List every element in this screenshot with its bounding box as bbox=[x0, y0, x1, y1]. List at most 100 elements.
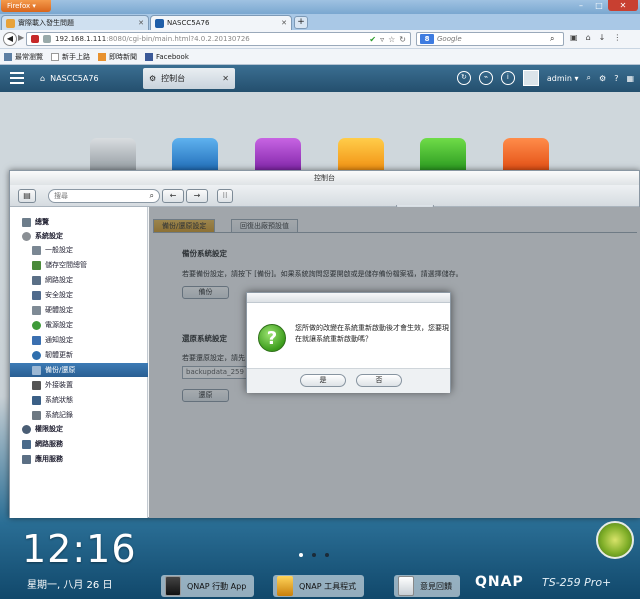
sidebar-item-overview[interactable]: 總覽 bbox=[10, 215, 148, 229]
desktop-clock: 12:16 bbox=[22, 527, 137, 571]
home-icon[interactable]: ⌂ bbox=[586, 33, 591, 42]
close-tab-icon[interactable]: ✕ bbox=[222, 74, 229, 83]
qnap-home-tab[interactable]: ⌂ NASCC5A76 bbox=[34, 68, 138, 89]
background-tasks-icon[interactable]: ↻ bbox=[456, 71, 471, 85]
qnap-control-panel-tab[interactable]: ⚙ 控制台 ✕ bbox=[143, 68, 235, 89]
download-station-app-icon[interactable] bbox=[420, 138, 466, 174]
music-station-app-icon[interactable] bbox=[255, 138, 301, 174]
control-panel-search-input[interactable] bbox=[54, 192, 144, 200]
dock-qnap-mobile-app[interactable]: QNAP 行動 App bbox=[161, 575, 255, 597]
browser-titlebar: Firefox ▾ – □ ✕ bbox=[0, 0, 640, 14]
sidebar-item-system-status[interactable]: 系統狀態 bbox=[10, 393, 148, 407]
external-devices-icon[interactable]: ⌁ bbox=[478, 71, 493, 85]
sidebar-item-privilege[interactable]: 權限設定 bbox=[10, 422, 148, 436]
sidebar-item-label: 外接裝置 bbox=[45, 381, 73, 389]
sidebar-item-applications[interactable]: 應用服務 bbox=[10, 452, 148, 466]
back-arrow-icon[interactable]: ◀ bbox=[3, 32, 17, 46]
file-station-app-icon[interactable] bbox=[503, 138, 549, 174]
firefox-menu-label: Firefox bbox=[7, 2, 31, 10]
forward-arrow-icon[interactable]: → bbox=[186, 189, 208, 203]
firefox-menu-button[interactable]: Firefox ▾ bbox=[1, 0, 51, 12]
close-window-icon[interactable]: ✕ bbox=[608, 0, 638, 11]
page-dot[interactable] bbox=[325, 553, 329, 557]
sidebar-item-network-services[interactable]: 網路服務 bbox=[10, 437, 148, 451]
url-actions: ✔ ▿ ☆ ↻ bbox=[369, 35, 406, 44]
reload-icon[interactable]: ↻ bbox=[399, 35, 406, 44]
minimize-icon[interactable]: – bbox=[572, 0, 590, 11]
no-button[interactable]: 否 bbox=[356, 374, 402, 387]
sidebar-item-system-settings[interactable]: 系統設定 bbox=[10, 229, 148, 243]
window-title: 控制台 bbox=[10, 171, 639, 185]
bookmark-folder-icon bbox=[4, 52, 12, 61]
maximize-icon[interactable]: □ bbox=[590, 0, 608, 11]
network-icon bbox=[32, 275, 41, 285]
search-bar[interactable]: 8 ⌕ bbox=[416, 32, 564, 46]
page-dot[interactable] bbox=[299, 553, 303, 557]
bookmark-label: 最常瀏覽 bbox=[15, 52, 43, 61]
main-menu-icon[interactable] bbox=[10, 72, 24, 84]
bookmark-most-visited[interactable]: 最常瀏覽 bbox=[4, 52, 43, 62]
bookmarks-bar: 最常瀏覽 新手上路 即時新聞 Facebook bbox=[0, 49, 640, 65]
help-icon[interactable]: ? bbox=[614, 74, 618, 83]
sidebar-item-label: 備份/還原 bbox=[45, 366, 76, 374]
bookmark-getting-started[interactable]: 新手上路 bbox=[51, 52, 90, 62]
url-path: :8080/cgi-bin/main.html?4.0.2.20130726 bbox=[106, 35, 250, 43]
menu-icon[interactable]: ⋮ bbox=[613, 33, 621, 42]
hardware-icon bbox=[32, 305, 41, 315]
sidebar-item-external-devices[interactable]: 外接裝置 bbox=[10, 378, 148, 392]
sidebar-item-system-logs[interactable]: 系統記錄 bbox=[10, 408, 148, 422]
sidebar-item-network[interactable]: 網路設定 bbox=[10, 273, 148, 287]
app-grid-icon[interactable]: ⁝⁝ bbox=[217, 189, 233, 203]
forward-arrow-icon[interactable]: ▶ bbox=[18, 33, 24, 42]
new-tab-icon[interactable]: + bbox=[294, 16, 308, 29]
browser-tab-nas[interactable]: NASCC5A76 ✕ bbox=[150, 15, 292, 30]
sidebar-item-firmware[interactable]: 韌體更新 bbox=[10, 348, 148, 362]
event-notification-icon[interactable]: i bbox=[500, 71, 515, 85]
backup-icon bbox=[32, 365, 41, 375]
sidebar-item-general[interactable]: 一般設定 bbox=[10, 243, 148, 257]
sidebar-item-label: 系統設定 bbox=[35, 232, 63, 240]
download-icon[interactable]: ↓ bbox=[599, 33, 606, 42]
photo-station-app-icon[interactable] bbox=[172, 138, 218, 174]
dialog-message: 您所做的改變在系統重新啟動後才會生效，您要現在就讓系統重新啟動嗎？ bbox=[295, 324, 449, 343]
sidebar-item-notification[interactable]: 通知設定 bbox=[10, 333, 148, 347]
sidebar-item-backup-restore[interactable]: 備份/還原 bbox=[10, 363, 148, 377]
search-input[interactable] bbox=[437, 35, 547, 43]
restart-confirm-dialog: ? 您所做的改變在系統重新啟動後才會生效，您要現在就讓系統重新啟動嗎？ 是 否 bbox=[246, 292, 451, 393]
user-menu[interactable]: admin ▾ bbox=[547, 74, 579, 83]
url-bar[interactable]: 192.168.1.111:8080/cgi-bin/main.html?4.0… bbox=[26, 32, 411, 46]
sidebar-item-label: 網路設定 bbox=[45, 276, 73, 284]
network-services-icon bbox=[22, 439, 31, 449]
video-station-app-icon[interactable] bbox=[338, 138, 384, 174]
sidebar-item-hardware[interactable]: 硬體設定 bbox=[10, 303, 148, 317]
options-icon[interactable]: ⚙ bbox=[599, 74, 606, 83]
dock-feedback[interactable]: 意見回饋 bbox=[394, 575, 460, 597]
search-icon[interactable]: ⌕ bbox=[550, 34, 554, 44]
sidebar-item-power[interactable]: 電源設定 bbox=[10, 318, 148, 332]
search-icon[interactable]: ⌕ bbox=[587, 73, 591, 83]
back-arrow-icon[interactable]: ← bbox=[162, 189, 184, 203]
bookmark-news[interactable]: 即時新聞 bbox=[98, 52, 137, 62]
dropdown-icon[interactable]: ▿ bbox=[380, 35, 384, 44]
browser-tab-problem[interactable]: 實際載入發生問題 ✕ bbox=[1, 15, 149, 30]
resource-monitor-gauge-icon[interactable] bbox=[596, 521, 634, 559]
close-tab-icon[interactable]: ✕ bbox=[281, 19, 287, 27]
close-tab-icon[interactable]: ✕ bbox=[138, 19, 144, 27]
sidebar-item-label: 一般設定 bbox=[45, 246, 73, 254]
bookmark-star-icon[interactable]: ☆ bbox=[388, 35, 395, 44]
bookmark-facebook[interactable]: Facebook bbox=[145, 52, 189, 61]
control-panel-toolbar: ▤ ⌕ ← → ⁝⁝ bbox=[10, 185, 639, 207]
yes-button[interactable]: 是 bbox=[300, 374, 346, 387]
bookmarks-menu-icon[interactable]: ▣ bbox=[570, 33, 578, 42]
sidebar-item-storage[interactable]: 儲存空間總管 bbox=[10, 258, 148, 272]
sidebar-toggle-icon[interactable]: ▤ bbox=[18, 189, 36, 203]
dock-qnap-utility[interactable]: QNAP 工具程式 bbox=[273, 575, 365, 597]
control-panel-app-icon[interactable] bbox=[90, 138, 136, 174]
control-panel-search[interactable]: ⌕ bbox=[48, 189, 160, 203]
bookmark-label: 新手上路 bbox=[62, 52, 90, 61]
control-panel-icon: ⚙ bbox=[149, 74, 157, 83]
dashboard-icon[interactable]: ▦ bbox=[626, 74, 634, 83]
page-dot-active[interactable] bbox=[312, 553, 316, 557]
google-engine-icon[interactable]: 8 bbox=[420, 34, 434, 44]
sidebar-item-security[interactable]: 安全設定 bbox=[10, 288, 148, 302]
